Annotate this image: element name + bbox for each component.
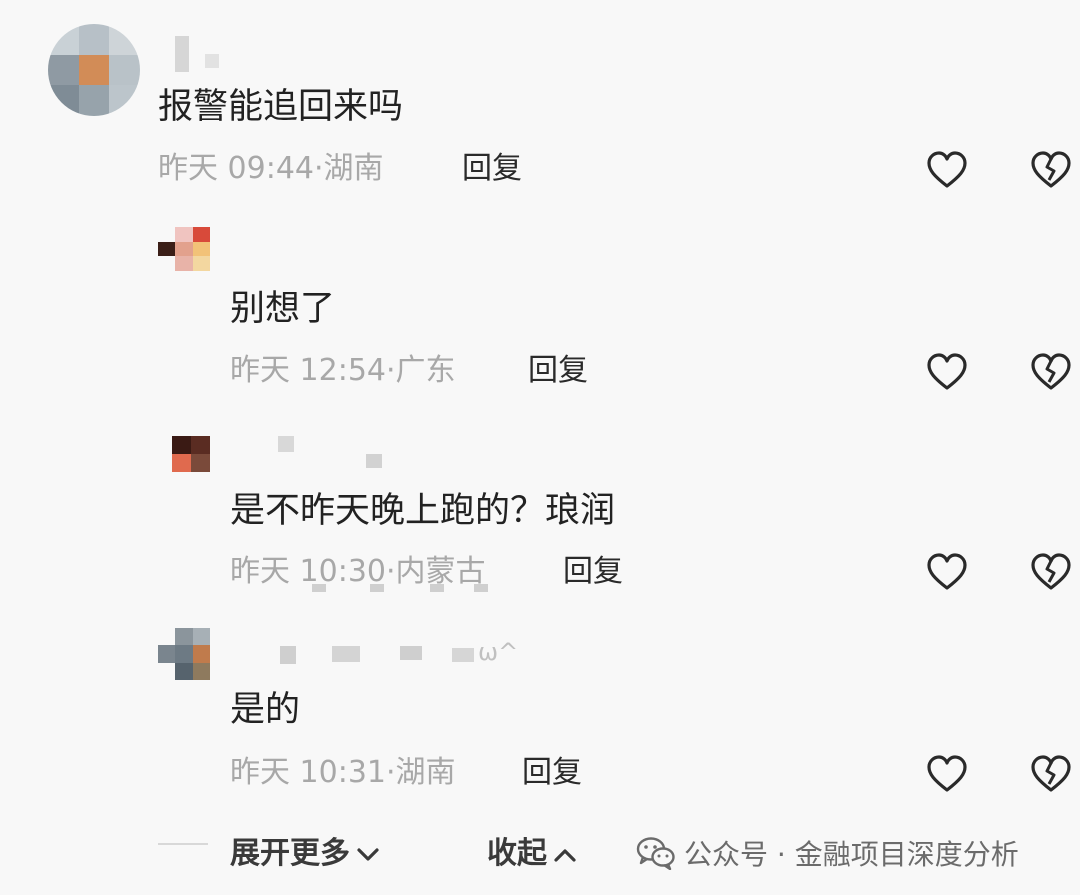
collapse-label: 收起 — [487, 836, 547, 871]
comment-time: 昨天 10:31 — [230, 755, 386, 790]
broken-heart-icon — [1031, 553, 1071, 590]
like-button[interactable] — [926, 552, 968, 592]
heart-outline-icon — [927, 151, 967, 188]
meta-separator: · — [314, 151, 324, 186]
comment-text: 是不昨天晚上跑的？琅润 — [230, 491, 616, 531]
meta-separator: · — [386, 755, 396, 790]
heart-outline-icon — [927, 553, 967, 590]
comment-meta: 昨天 12:54·广东 — [230, 356, 456, 386]
expand-more-label: 展开更多 — [230, 836, 350, 871]
comment-text: 报警能追回来吗 — [158, 87, 404, 127]
watermark-text: 公众号 · 金融项目深度分析 — [684, 838, 1019, 871]
wechat-icon — [636, 837, 675, 870]
like-button[interactable] — [926, 150, 968, 190]
comment-location: 湖南 — [395, 755, 456, 790]
comment-text: 别想了 — [230, 289, 336, 329]
collapse-button[interactable]: 收起 — [487, 828, 577, 872]
comment-meta: 昨天 10:30·内蒙古 — [230, 557, 486, 587]
heart-outline-icon — [927, 755, 967, 792]
comment-time: 昨天 12:54 — [230, 353, 386, 388]
meta-separator: · — [386, 353, 396, 388]
like-button[interactable] — [926, 754, 968, 794]
reply-button[interactable]: 回复 — [563, 557, 623, 587]
comment-location: 广东 — [395, 353, 456, 388]
reply-button[interactable]: 回复 — [528, 356, 588, 386]
meta-separator: · — [386, 554, 396, 589]
dislike-button[interactable] — [1030, 754, 1072, 794]
chevron-down-icon — [357, 847, 379, 861]
broken-heart-icon — [1031, 755, 1071, 792]
dislike-button[interactable] — [1030, 352, 1072, 392]
chevron-up-icon — [554, 848, 576, 862]
broken-heart-icon — [1031, 151, 1071, 188]
like-button[interactable] — [926, 352, 968, 392]
comment-meta: 昨天 10:31·湖南 — [230, 758, 456, 788]
reply-button[interactable]: 回复 — [462, 154, 522, 184]
comment-time: 昨天 09:44 — [158, 151, 314, 186]
avatar[interactable] — [158, 227, 210, 271]
avatar[interactable] — [172, 436, 210, 472]
heart-outline-icon — [927, 353, 967, 390]
broken-heart-icon — [1031, 353, 1071, 390]
divider — [158, 843, 208, 845]
reply-button[interactable]: 回复 — [522, 758, 582, 788]
avatar[interactable] — [158, 628, 210, 680]
comment-meta: 昨天 09:44·湖南 — [158, 154, 384, 184]
dislike-button[interactable] — [1030, 150, 1072, 190]
avatar[interactable] — [48, 24, 140, 116]
dislike-button[interactable] — [1030, 552, 1072, 592]
comment-time: 昨天 10:30 — [230, 554, 386, 589]
watermark: 公众号 · 金融项目深度分析 — [636, 833, 1019, 873]
comment-text: 是的 — [230, 690, 301, 730]
comment-location: 湖南 — [323, 151, 384, 186]
expand-more-button[interactable]: 展开更多 — [230, 828, 380, 872]
